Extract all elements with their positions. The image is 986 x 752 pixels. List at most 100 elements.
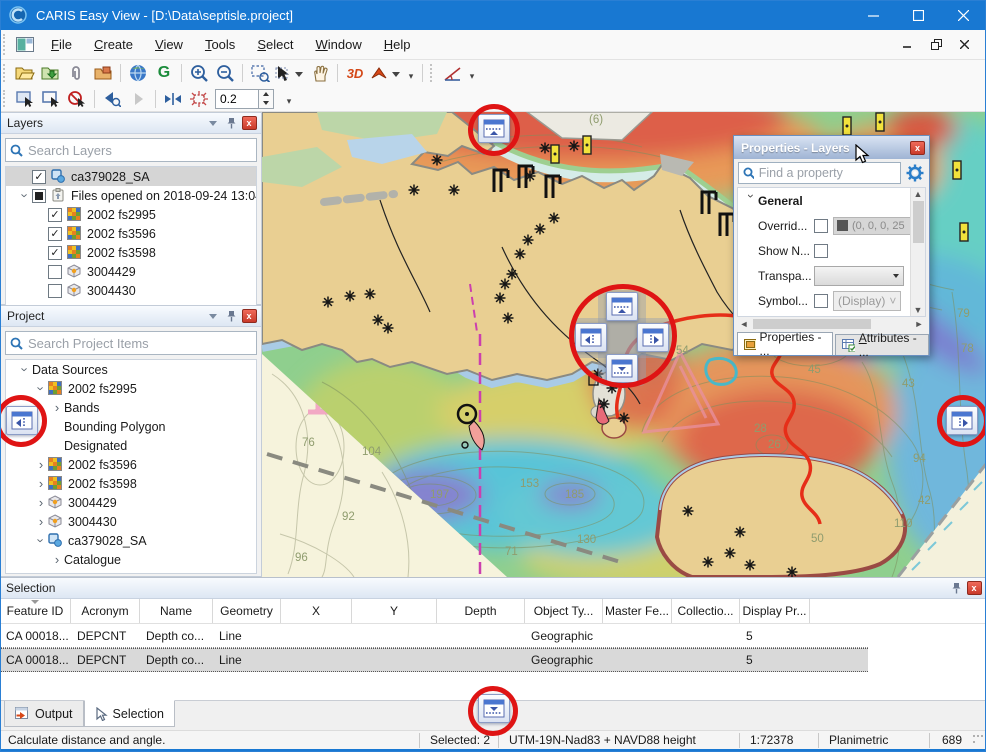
tree-item-ca379028-sa[interactable]: ›ca379028_SA xyxy=(6,531,256,550)
symbology-checkbox[interactable] xyxy=(814,294,828,308)
menu-select[interactable]: Select xyxy=(246,30,304,60)
panel-menu-icon[interactable] xyxy=(205,116,221,131)
close-panel-icon[interactable]: x xyxy=(966,581,982,596)
menu-create[interactable]: Create xyxy=(83,30,144,60)
property-group-general[interactable]: › General xyxy=(738,188,925,213)
expander-right-icon[interactable]: › xyxy=(34,514,48,529)
show-n-checkbox[interactable] xyxy=(814,244,828,258)
expander-down-icon[interactable]: › xyxy=(34,382,49,396)
menu-view[interactable]: View xyxy=(144,30,194,60)
column-header-object-ty[interactable]: Object Ty... xyxy=(525,599,603,623)
settings-gear-icon[interactable] xyxy=(905,163,925,183)
tree-item-2002-fs3598[interactable]: ›2002 fs3598 xyxy=(6,474,256,493)
north-arrow-icon[interactable] xyxy=(369,62,403,84)
project-panel-header[interactable]: Project x xyxy=(1,306,261,327)
menu-tools[interactable]: Tools xyxy=(194,30,246,60)
chevron-down-icon[interactable]: › xyxy=(744,194,758,208)
tolerance-step-up[interactable] xyxy=(259,90,273,99)
column-header-feature-id[interactable]: Feature ID xyxy=(0,599,71,623)
close-panel-icon[interactable]: x xyxy=(241,116,257,131)
project-search-input[interactable] xyxy=(28,336,252,351)
dock-center-bottom-button[interactable] xyxy=(606,354,638,383)
close-button[interactable] xyxy=(941,0,986,30)
tree-item-3004429[interactable]: ›3004429 xyxy=(6,493,256,512)
toolbar-overflow-icon[interactable]: ▾ xyxy=(465,68,479,79)
expander-down-icon[interactable]: › xyxy=(18,363,33,377)
expander-right-icon[interactable]: › xyxy=(50,400,64,415)
transparency-dropdown[interactable] xyxy=(814,266,904,286)
properties-panel[interactable]: Properties - Layers x › General Overrid.… xyxy=(733,135,930,356)
mdi-restore-button[interactable] xyxy=(922,33,950,57)
tab-output[interactable]: Output xyxy=(4,701,84,727)
maximize-button[interactable] xyxy=(896,0,941,30)
toolbar-grip[interactable] xyxy=(3,90,8,108)
column-header-geometry[interactable]: Geometry xyxy=(213,599,281,623)
mdi-minimize-button[interactable] xyxy=(894,33,922,57)
tab-properties[interactable]: Properties - ... xyxy=(737,332,833,355)
tree-item-files-opened-on-2018-09-24-13-04-23[interactable]: ›Files opened on 2018-09-24 13:04:23 xyxy=(6,186,256,205)
column-header-y[interactable]: Y xyxy=(352,599,437,623)
zoom-out-icon[interactable] xyxy=(213,62,237,84)
pin-icon[interactable] xyxy=(948,581,964,596)
select-polygon-icon[interactable] xyxy=(39,88,63,110)
column-header-collectio[interactable]: Collectio... xyxy=(672,599,740,623)
toolbar-grip[interactable] xyxy=(3,34,8,54)
column-header-depth[interactable]: Depth xyxy=(437,599,525,623)
tree-item-2002-fs3598[interactable]: ✓2002 fs3598 xyxy=(6,243,256,262)
checkbox-checked-icon[interactable]: ✓ xyxy=(48,227,62,241)
menu-help[interactable]: Help xyxy=(373,30,422,60)
checkbox-checked-icon[interactable]: ✓ xyxy=(48,208,62,222)
toolbar-grip[interactable] xyxy=(430,64,435,82)
open-project-icon[interactable] xyxy=(13,62,37,84)
toolbar-overflow-icon[interactable]: ▾ xyxy=(282,93,296,104)
tree-item-3004430[interactable]: ›3004430 xyxy=(6,512,256,531)
fit-selection-icon[interactable] xyxy=(161,88,185,110)
vertical-scrollbar[interactable]: ▲ ▼ xyxy=(910,188,925,316)
close-properties-icon[interactable]: x xyxy=(910,141,925,155)
tab-selection[interactable]: Selection xyxy=(84,700,175,727)
checkbox-checked-icon[interactable]: ✓ xyxy=(32,170,46,184)
column-header-name[interactable]: Name xyxy=(140,599,213,623)
status-scale[interactable]: 1:72378 xyxy=(740,733,818,747)
symbology-dropdown[interactable]: (Display)˅ xyxy=(833,291,901,311)
checkbox-unchecked-icon[interactable] xyxy=(48,284,62,298)
tree-item-2002-fs3596[interactable]: ✓2002 fs3596 xyxy=(6,224,256,243)
previous-selection-icon[interactable] xyxy=(100,88,124,110)
tolerance-input[interactable] xyxy=(215,89,259,109)
column-header-display-pr[interactable]: Display Pr... xyxy=(740,599,810,623)
tree-item-data-sources[interactable]: ›Data Sources xyxy=(6,360,256,379)
expander-right-icon[interactable]: › xyxy=(50,552,64,567)
dock-center-top-button[interactable] xyxy=(606,292,638,321)
column-header-master-fe[interactable]: Master Fe... xyxy=(603,599,672,623)
save-package-icon[interactable] xyxy=(91,62,115,84)
dock-right-button[interactable] xyxy=(946,406,978,435)
pin-icon[interactable] xyxy=(223,116,239,131)
mdi-close-button[interactable] xyxy=(950,33,978,57)
expander-down-icon[interactable]: › xyxy=(18,189,33,203)
expander-right-icon[interactable]: › xyxy=(34,495,48,510)
table-row[interactable]: CA 00018...DEPCNTDepth co...LineGeograph… xyxy=(0,624,868,648)
toolbar-overflow-icon[interactable]: ▾ xyxy=(404,68,418,79)
select-rectangle-icon[interactable] xyxy=(13,88,37,110)
tree-item-bounding-polygon[interactable]: Bounding Polygon xyxy=(6,417,256,436)
table-row[interactable]: CA 00018...DEPCNTDepth co...LineGeograph… xyxy=(0,648,868,672)
column-header-x[interactable]: X xyxy=(281,599,352,623)
measure-angle-icon[interactable] xyxy=(440,62,464,84)
tree-item-2002-fs3596[interactable]: ›2002 fs3596 xyxy=(6,455,256,474)
next-selection-icon[interactable] xyxy=(126,88,150,110)
link-icon[interactable] xyxy=(65,62,89,84)
minimize-button[interactable] xyxy=(851,0,896,30)
google-earth-icon[interactable]: G xyxy=(152,62,176,84)
checkbox-checked-icon[interactable]: ✓ xyxy=(48,246,62,260)
property-search-input[interactable] xyxy=(759,166,896,180)
close-panel-icon[interactable]: x xyxy=(241,309,257,324)
column-header-acronym[interactable]: Acronym xyxy=(71,599,140,623)
checkbox-partial-icon[interactable] xyxy=(32,189,46,203)
dock-center-right-button[interactable] xyxy=(637,323,669,352)
zoom-in-icon[interactable] xyxy=(187,62,211,84)
flash-selection-icon[interactable] xyxy=(187,88,211,110)
tree-item-3004430[interactable]: 3004430 xyxy=(6,281,256,300)
status-crs[interactable]: UTM-19N-Nad83 + NAVD88 height xyxy=(499,733,739,747)
tree-item-ca379028-sa[interactable]: ✓ca379028_SA xyxy=(6,167,256,186)
override-checkbox[interactable] xyxy=(814,219,828,233)
